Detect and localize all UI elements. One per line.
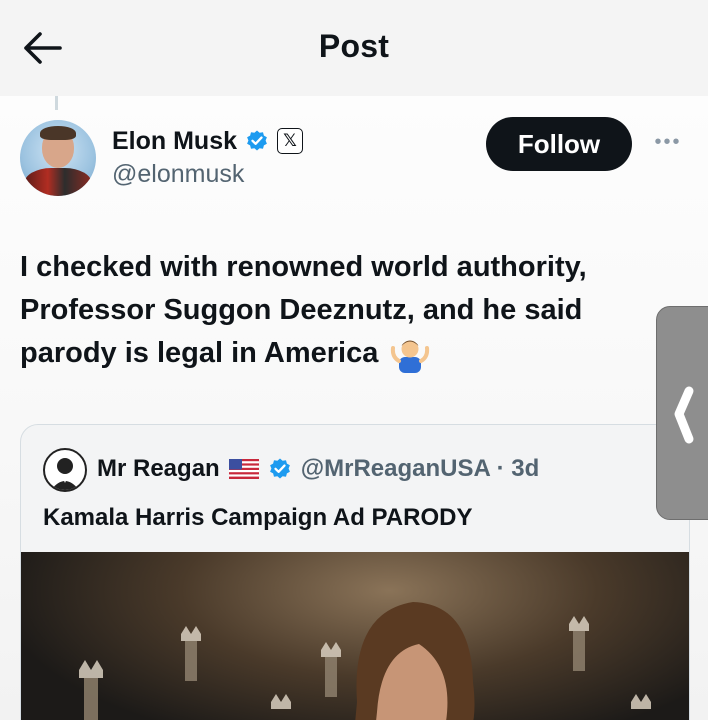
post-text: I checked with renowned world authority,… [20,246,660,375]
top-bar: Post [0,0,708,96]
quoted-author-handle-time[interactable]: @MrReaganUSA · 3d [301,455,540,483]
us-flag-icon [228,459,259,479]
thread-line [55,96,58,110]
post-text-body: I checked with renowned world authority,… [20,251,587,369]
shrug-emoji-icon [390,335,430,374]
quoted-verified-badge-icon [269,458,290,479]
author-avatar[interactable] [20,120,96,196]
quoted-author-name[interactable]: Mr Reagan [97,455,220,483]
page-title: Post [318,28,390,64]
quoted-author-row: Mr Reagan @MrReaganUSA · 3d [97,452,539,486]
quoted-video-thumbnail[interactable] [21,552,689,720]
x-affiliate-icon: 𝕏 [277,128,304,154]
more-options-icon[interactable]: ••• [650,132,686,152]
follow-button[interactable]: Follow [486,117,632,171]
avatar-hair-shape [40,126,76,140]
side-panel-handle[interactable] [656,306,708,520]
avatar-body-shape [24,168,92,196]
quoted-post-card[interactable]: Mr Reagan @MrReaganUSA · 3d Kamala Harri… [20,424,690,720]
chevron-left-icon [674,386,694,444]
author-name[interactable]: Elon Musk [112,127,237,156]
quoted-post-text: Kamala Harris Campaign Ad PARODY [43,504,473,531]
author-handle[interactable]: @elonmusk [112,160,244,189]
verified-badge-icon [247,130,267,151]
author-name-row: Elon Musk 𝕏 [112,124,304,158]
quoted-author-avatar[interactable] [43,448,87,492]
post-detail: Elon Musk 𝕏 @elonmusk Follow ••• I check… [0,96,708,720]
